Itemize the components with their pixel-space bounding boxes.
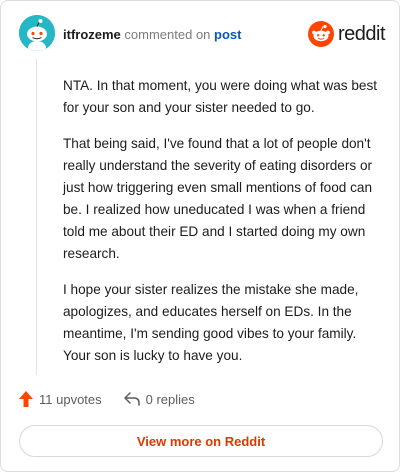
comment-body: NTA. In that moment, you were doing what…: [63, 75, 383, 381]
view-more-button[interactable]: View more on Reddit: [19, 425, 383, 457]
reddit-logo-icon: [307, 21, 334, 47]
comment-actions: 11 upvotes 0 replies: [19, 387, 195, 411]
reply-button[interactable]: 0 replies: [123, 391, 195, 407]
comment-paragraph: That being said, I've found that a lot o…: [63, 136, 373, 261]
comment-paragraph: I hope your sister realizes the mistake …: [63, 282, 359, 363]
comment-paragraph: NTA. In that moment, you were doing what…: [63, 78, 378, 115]
upvote-count: 11 upvotes: [39, 391, 102, 407]
username-link[interactable]: itfrozeme: [63, 27, 121, 42]
snoo-avatar-icon: [19, 15, 55, 51]
comment-byline: itfrozeme commented on post: [63, 27, 242, 42]
upvote-button[interactable]: 11 upvotes: [19, 391, 102, 407]
comment-header: itfrozeme commented on post reddit: [19, 15, 386, 55]
comment-card: itfrozeme commented on post reddit NTA. …: [0, 0, 400, 472]
upvote-arrow-icon: [19, 391, 33, 407]
post-link[interactable]: post: [214, 27, 241, 42]
brand-name: reddit: [337, 22, 386, 45]
avatar[interactable]: [19, 15, 55, 51]
reddit-brand[interactable]: reddit: [307, 21, 386, 47]
reply-arrow-icon: [123, 392, 140, 406]
action-text: commented on: [124, 27, 211, 42]
reply-count: 0 replies: [145, 391, 195, 407]
thread-line: [36, 59, 37, 375]
